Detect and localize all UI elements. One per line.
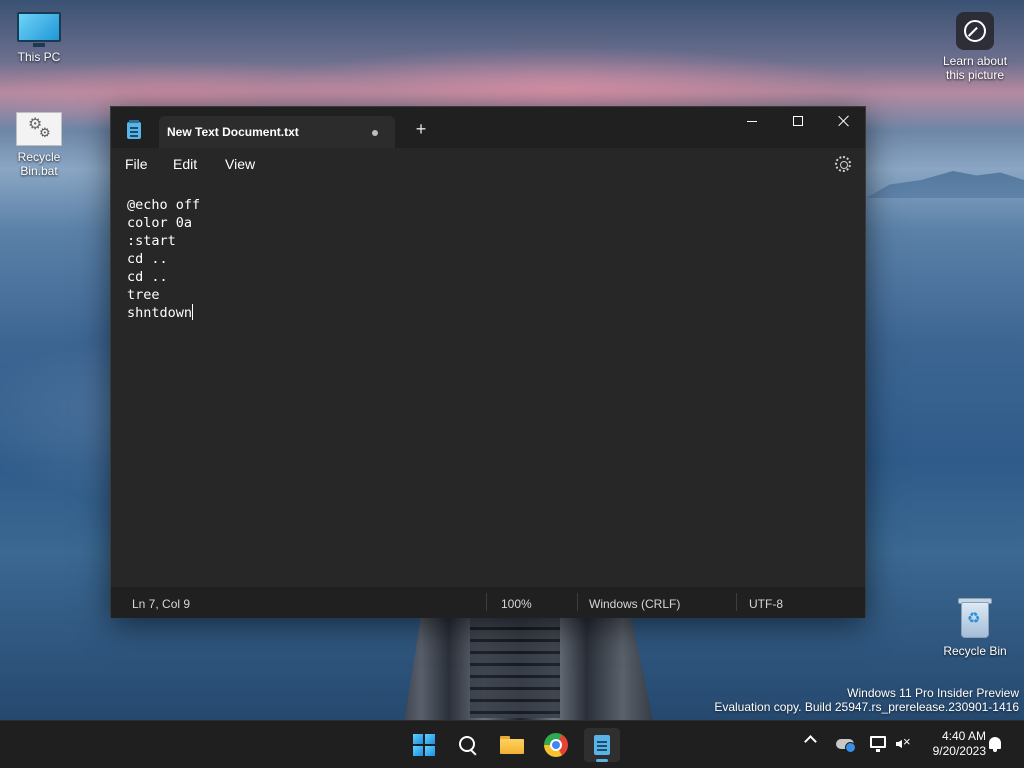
maximize-icon bbox=[793, 116, 803, 126]
recycle-bin-icon: ♻ bbox=[958, 598, 992, 640]
settings-gear-icon[interactable] bbox=[835, 156, 851, 172]
menu-bar: File Edit View bbox=[111, 148, 865, 182]
desktop-icon-recycle-bin[interactable]: ♻ Recycle Bin bbox=[937, 598, 1013, 658]
status-divider bbox=[736, 593, 737, 611]
desktop-icon-learn-about-picture[interactable]: Learn about this picture bbox=[937, 12, 1013, 82]
menu-edit[interactable]: Edit bbox=[173, 156, 197, 172]
file-explorer-icon bbox=[500, 736, 524, 754]
title-bar[interactable]: New Text Document.txt + bbox=[111, 107, 865, 148]
chrome-button[interactable] bbox=[540, 729, 572, 761]
file-explorer-button[interactable] bbox=[496, 729, 528, 761]
desktop-icon-label: Recycle Bin bbox=[943, 644, 1007, 658]
notifications-bell-icon[interactable] bbox=[989, 737, 1001, 752]
zoom-level[interactable]: 100% bbox=[501, 597, 532, 611]
desktop-icon-this-pc[interactable]: This PC bbox=[1, 12, 77, 64]
menu-view[interactable]: View bbox=[225, 156, 255, 172]
minimize-button[interactable] bbox=[729, 107, 775, 135]
encoding[interactable]: UTF-8 bbox=[749, 597, 783, 611]
new-tab-button[interactable]: + bbox=[411, 120, 431, 140]
text-editor[interactable]: @echo off color 0a :start cd .. cd .. tr… bbox=[111, 182, 865, 587]
notepad-taskbar-button[interactable] bbox=[584, 728, 620, 762]
notepad-window: New Text Document.txt + File Edit View @… bbox=[110, 106, 866, 618]
status-divider bbox=[486, 593, 487, 611]
notepad-icon bbox=[594, 735, 610, 755]
menu-file[interactable]: File bbox=[125, 156, 148, 172]
editor-text: @echo off color 0a :start cd .. cd .. tr… bbox=[127, 197, 201, 321]
camera-info-icon bbox=[956, 12, 994, 50]
desktop-icon-recycle-bin-bat[interactable]: ⚙ ⚙ Recycle Bin.bat bbox=[1, 112, 77, 178]
wallpaper-mountains bbox=[866, 171, 1024, 198]
desktop-icon-label: This PC bbox=[17, 50, 61, 64]
network-icon[interactable] bbox=[870, 736, 886, 752]
wallpaper-pier-steps bbox=[470, 618, 560, 718]
clock-date: 9/20/2023 bbox=[932, 744, 986, 758]
desktop-icon-label: Recycle Bin.bat bbox=[17, 150, 61, 178]
clock-time: 4:40 AM bbox=[941, 729, 986, 743]
status-bar: Ln 7, Col 9 100% Windows (CRLF) UTF-8 bbox=[111, 587, 865, 618]
batch-file-icon: ⚙ ⚙ bbox=[16, 112, 62, 146]
search-icon bbox=[458, 735, 478, 755]
start-button[interactable] bbox=[408, 729, 440, 761]
volume-muted-icon[interactable] bbox=[896, 734, 911, 751]
tab-title: New Text Document.txt bbox=[167, 125, 299, 139]
text-caret bbox=[192, 304, 194, 320]
maximize-button[interactable] bbox=[775, 107, 821, 135]
watermark-line-1: Windows 11 Pro Insider Preview bbox=[847, 686, 1019, 700]
cursor-position: Ln 7, Col 9 bbox=[132, 597, 191, 611]
monitor-icon bbox=[17, 12, 61, 47]
search-button[interactable] bbox=[452, 729, 484, 761]
os-watermark: Windows 11 Pro Insider Preview Evaluatio… bbox=[714, 686, 1019, 714]
status-divider bbox=[577, 593, 578, 611]
chrome-icon bbox=[544, 733, 568, 757]
line-endings[interactable]: Windows (CRLF) bbox=[589, 597, 680, 611]
minimize-icon bbox=[747, 120, 757, 122]
onedrive-cloud-icon[interactable] bbox=[836, 739, 856, 753]
document-tab[interactable]: New Text Document.txt bbox=[159, 116, 395, 148]
system-clock[interactable]: 4:40 AM 9/20/2023 bbox=[920, 729, 986, 759]
editor-text-content[interactable]: @echo off color 0a :start cd .. cd .. tr… bbox=[127, 196, 200, 322]
watermark-line-2: Evaluation copy. Build 25947.rs_prerelea… bbox=[714, 700, 1019, 714]
close-button[interactable] bbox=[821, 107, 867, 135]
desktop-icon-label: Learn about this picture bbox=[942, 54, 1008, 82]
show-hidden-icons-chevron-icon[interactable] bbox=[804, 735, 817, 748]
taskbar: 4:40 AM 9/20/2023 bbox=[0, 720, 1024, 768]
start-icon bbox=[413, 734, 435, 756]
close-icon bbox=[838, 115, 850, 127]
unsaved-dot-icon[interactable] bbox=[372, 130, 378, 136]
notepad-app-icon bbox=[127, 120, 141, 139]
